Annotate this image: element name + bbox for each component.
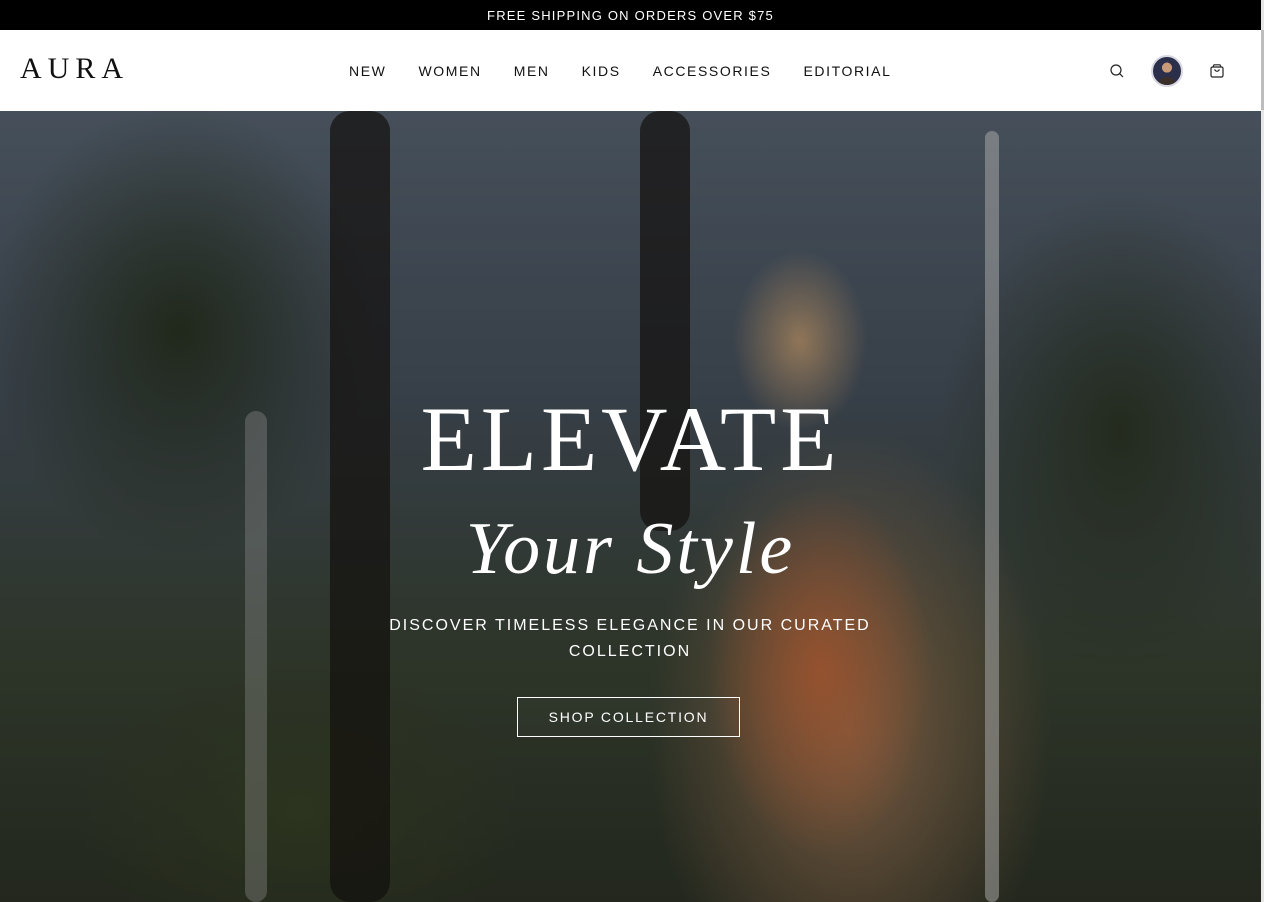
brand-logo[interactable]: AURA [20,52,129,86]
nav-item-editorial[interactable]: EDITORIAL [787,63,907,79]
hero-banner: ELEVATE Your Style DISCOVER TIMELESS ELE… [0,111,1261,902]
user-avatar[interactable] [1151,54,1183,87]
nav-item-kids[interactable]: KIDS [566,63,637,79]
main-nav: NEW WOMEN MEN KIDS ACCESSORIES EDITORIAL [333,30,908,111]
nav-item-accessories[interactable]: ACCESSORIES [637,63,788,79]
hero-tagline: DISCOVER TIMELESS ELEGANCE IN OUR CURATE… [389,617,871,660]
search-icon[interactable] [1105,59,1129,83]
nav-item-new[interactable]: NEW [333,63,402,79]
shop-collection-button[interactable]: SHOP COLLECTION [517,697,740,737]
announcement-bar: FREE SHIPPING ON ORDERS OVER $75 [0,0,1261,30]
nav-item-men[interactable]: MEN [498,63,566,79]
header-actions [1105,30,1229,111]
site-header: AURA NEW WOMEN MEN KIDS ACCESSORIES EDIT… [0,30,1261,111]
hero-content: ELEVATE Your Style DISCOVER TIMELESS ELE… [0,111,1261,902]
shopping-bag-icon[interactable] [1205,59,1229,83]
nav-item-women[interactable]: WOMEN [402,63,497,79]
announcement-text: FREE SHIPPING ON ORDERS OVER $75 [487,7,774,23]
hero-title: ELEVATE [420,388,841,490]
hero-subtitle: Your Style [465,508,796,590]
